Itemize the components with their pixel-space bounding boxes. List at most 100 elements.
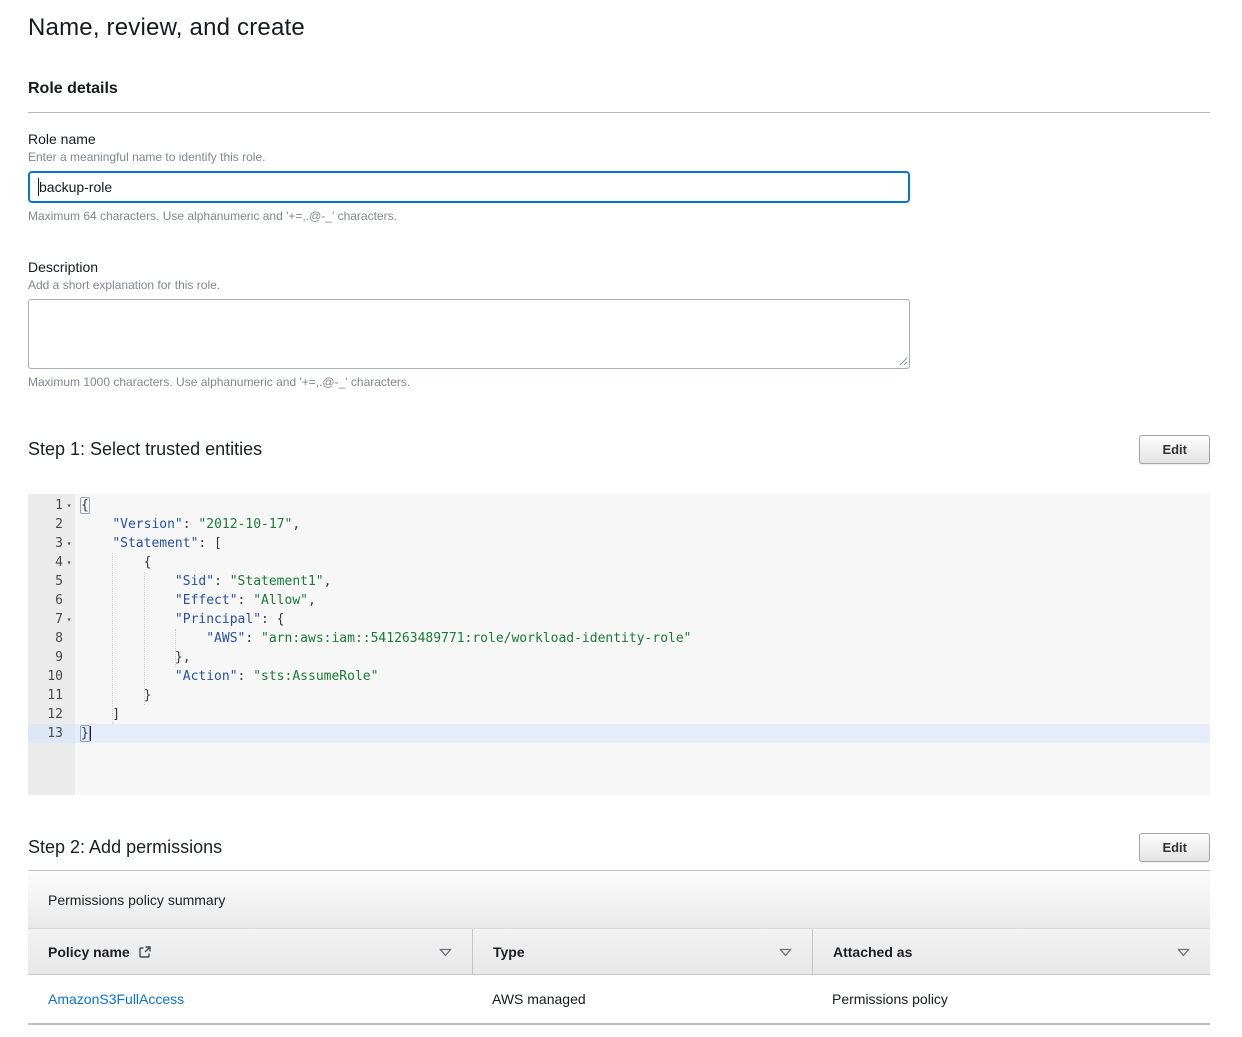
column-header-attached-as[interactable]: Attached as (812, 929, 1210, 974)
attached-as-cell: Permissions policy (812, 991, 1210, 1007)
code-token: ] (81, 707, 120, 722)
gutter-line: 5 (28, 572, 75, 591)
policy-type-cell: AWS managed (472, 991, 812, 1007)
code-token: { (81, 555, 151, 570)
code-line[interactable]: "Principal": { (75, 610, 1210, 629)
fold-arrow-icon[interactable]: ▾ (63, 534, 75, 553)
gutter-line: 4▾ (28, 553, 75, 572)
code-token: , (292, 517, 300, 532)
gutter-line: 11 (28, 686, 75, 705)
indent-guide (112, 553, 113, 724)
code-token: : (238, 593, 254, 608)
code-token: "Principal" (175, 612, 261, 627)
permissions-panel-title: Permissions policy summary (28, 871, 1210, 929)
gutter-line: 12 (28, 705, 75, 724)
editor-caret (90, 726, 91, 741)
code-token (81, 517, 112, 532)
filter-triangle-icon[interactable] (779, 944, 792, 960)
code-token: "sts:AssumeRole" (253, 669, 378, 684)
description-constraint: Maximum 1000 characters. Use alphanumeri… (28, 375, 1210, 389)
step1-header-row: Step 1: Select trusted entities Edit (28, 435, 1210, 464)
gutter-line: 1▾ (28, 496, 75, 515)
code-token: "Sid" (175, 574, 214, 589)
gutter-line: 13 (28, 724, 75, 743)
code-token (81, 593, 175, 608)
code-token: } (81, 688, 151, 703)
permissions-table-header: Policy name Type (28, 929, 1210, 975)
code-token: "Version" (112, 517, 182, 532)
indent-guide (175, 629, 176, 667)
editor-code[interactable]: { "Version": "2012-10-17", "Statement": … (75, 494, 1210, 795)
role-name-value: backup-role (39, 179, 112, 195)
code-token: : [ (198, 536, 221, 551)
external-link-icon (138, 945, 152, 959)
gutter-line: 9 (28, 648, 75, 667)
description-field: Description Add a short explanation for … (28, 259, 1210, 389)
code-token: : (183, 517, 199, 532)
code-token: , (324, 574, 332, 589)
policy-editor[interactable]: 1▾23▾4▾567▾8910111213 { "Version": "2012… (28, 494, 1210, 795)
code-line[interactable]: }, (75, 648, 1210, 667)
indent-guide (144, 572, 145, 705)
filter-triangle-icon[interactable] (439, 944, 452, 960)
code-line[interactable]: { (75, 496, 1210, 515)
code-line[interactable]: } (75, 686, 1210, 705)
code-token (81, 612, 175, 627)
role-name-label: Role name (28, 131, 1210, 147)
code-token: "Effect" (175, 593, 238, 608)
code-token: "Action" (175, 669, 238, 684)
code-token: , (308, 593, 316, 608)
step2-header-row: Step 2: Add permissions Edit (28, 833, 1210, 862)
code-token (81, 574, 175, 589)
code-token: "arn:aws:iam::541263489771:role/workload… (261, 631, 691, 646)
brace-match: { (80, 497, 90, 514)
permissions-table-body: AmazonS3FullAccess AWS managedPermissions… (28, 975, 1210, 1025)
gutter-line: 3▾ (28, 534, 75, 553)
fold-arrow-icon[interactable]: ▾ (63, 610, 75, 629)
code-token: "AWS" (206, 631, 245, 646)
role-name-field: Role name Enter a meaningful name to ide… (28, 131, 1210, 223)
gutter-line: 2 (28, 515, 75, 534)
column-label: Type (493, 944, 525, 960)
code-token (81, 536, 112, 551)
code-token: : (238, 669, 254, 684)
permissions-panel: Permissions policy summary Policy name T… (28, 870, 1210, 1025)
page-title: Name, review, and create (28, 14, 1210, 42)
code-token: "2012-10-17" (198, 517, 292, 532)
gutter-line: 7▾ (28, 610, 75, 629)
code-line[interactable]: "Sid": "Statement1", (75, 572, 1210, 591)
code-line[interactable]: ] (75, 705, 1210, 724)
code-token (81, 669, 175, 684)
role-name-input[interactable]: backup-role (28, 171, 910, 203)
code-line[interactable]: "Version": "2012-10-17", (75, 515, 1210, 534)
code-line[interactable]: } (75, 724, 1210, 743)
column-header-policy-name[interactable]: Policy name (28, 929, 472, 974)
gutter-line: 10 (28, 667, 75, 686)
role-name-help: Enter a meaningful name to identify this… (28, 150, 1210, 164)
brace-match: } (80, 725, 90, 742)
code-token: : { (261, 612, 284, 627)
fold-arrow-icon[interactable]: ▾ (63, 553, 75, 572)
code-token: : (214, 574, 230, 589)
code-line[interactable]: "Action": "sts:AssumeRole" (75, 667, 1210, 686)
description-textarea[interactable] (28, 299, 910, 369)
fold-arrow-icon[interactable]: ▾ (63, 496, 75, 515)
step2-edit-button[interactable]: Edit (1139, 833, 1210, 862)
step1-edit-button[interactable]: Edit (1139, 435, 1210, 464)
gutter-line: 6 (28, 591, 75, 610)
step2-heading: Step 2: Add permissions (28, 837, 222, 858)
code-line[interactable]: { (75, 553, 1210, 572)
description-help: Add a short explanation for this role. (28, 278, 1210, 292)
filter-triangle-icon[interactable] (1177, 944, 1190, 960)
code-line[interactable]: "Statement": [ (75, 534, 1210, 553)
code-token: "Statement1" (230, 574, 324, 589)
column-label: Attached as (833, 944, 912, 960)
code-line[interactable]: "Effect": "Allow", (75, 591, 1210, 610)
editor-gutter: 1▾23▾4▾567▾8910111213 (28, 494, 75, 795)
policy-name-link[interactable]: AmazonS3FullAccess (48, 991, 184, 1007)
gutter-line: 8 (28, 629, 75, 648)
column-label: Policy name (48, 944, 130, 960)
code-line[interactable]: "AWS": "arn:aws:iam::541263489771:role/w… (75, 629, 1210, 648)
column-header-type[interactable]: Type (472, 929, 812, 974)
description-label: Description (28, 259, 1210, 275)
